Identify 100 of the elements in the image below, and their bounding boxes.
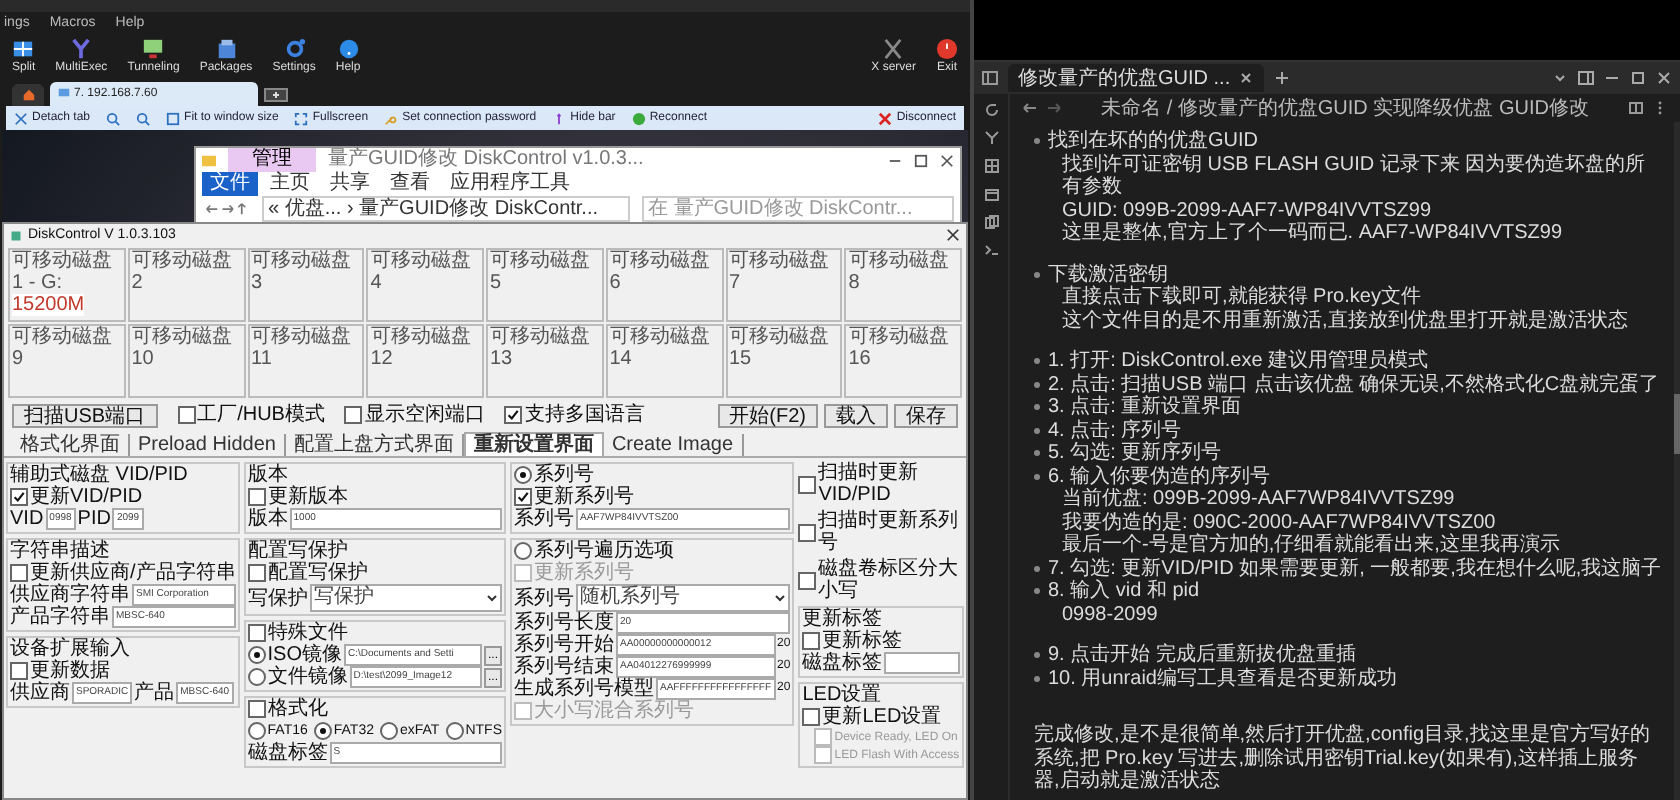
book-icon[interactable] <box>1628 100 1644 116</box>
radio-button[interactable] <box>380 722 398 740</box>
disk-slot[interactable]: 可移动磁盘 12 <box>366 324 484 398</box>
refresh-icon[interactable] <box>983 102 999 118</box>
dropdown[interactable]: 写保护 <box>309 584 502 612</box>
scan-button[interactable]: 扫描USB端口 <box>12 403 158 427</box>
checkbox[interactable] <box>247 488 266 506</box>
tab[interactable]: Preload Hidden <box>130 434 286 456</box>
radio-button[interactable] <box>514 542 532 560</box>
plus-icon[interactable] <box>1274 70 1291 86</box>
disk-slot[interactable]: 可移动磁盘 8 <box>844 248 962 322</box>
zoom-in-icon[interactable] <box>106 111 121 125</box>
group-title: 配置写保护 <box>247 540 348 562</box>
checkbox[interactable] <box>247 564 266 582</box>
disk-slot[interactable]: 可移动磁盘 4 <box>366 248 484 322</box>
grid-icon[interactable] <box>983 158 999 174</box>
checkbox[interactable] <box>177 406 196 424</box>
radio-label: 系列号 <box>534 464 594 486</box>
terminal-icon[interactable] <box>983 242 999 258</box>
tab[interactable]: Create Image <box>603 434 744 456</box>
radio-button[interactable] <box>247 668 266 686</box>
dropdown[interactable]: 随机系列号 <box>576 584 791 612</box>
field-label: 产品 <box>134 682 175 704</box>
checkbox-label: 更新VID/PID <box>30 486 143 508</box>
checkbox[interactable] <box>10 564 28 582</box>
close-icon[interactable] <box>946 228 960 242</box>
radio-button[interactable] <box>247 722 266 740</box>
checkbox[interactable] <box>802 632 821 650</box>
checkbox[interactable] <box>247 624 266 642</box>
note-line: 最后一个-号是官方加的,仔细看就能看出来,这里我再演示 <box>1060 534 1562 557</box>
house-icon <box>21 88 35 102</box>
disk-slot[interactable]: 可移动磁盘 6 <box>605 248 723 322</box>
group-title: 版本 <box>247 464 288 486</box>
disk-slot[interactable]: 可移动磁盘 5 <box>486 248 604 322</box>
disk-slot[interactable]: 可移动磁盘 7 <box>725 248 843 322</box>
list-item: 2. 点击: 扫描USB 端口 点击该优盘 确保无误,不然格式化C盘就完蛋了 <box>1048 373 1660 395</box>
text-field[interactable] <box>884 652 960 674</box>
calendar-icon[interactable] <box>983 186 999 202</box>
disk-slot[interactable]: 可移动磁盘 2 <box>127 248 245 322</box>
radio-button[interactable] <box>514 466 532 484</box>
field-label: 系列号长度 <box>514 612 614 634</box>
tab[interactable]: 格式化界面 <box>12 434 130 456</box>
ribbon-tab[interactable]: 应用程序工具 <box>442 172 578 196</box>
action-button[interactable]: 保存 <box>894 403 958 427</box>
close-icon[interactable] <box>1238 70 1255 86</box>
key-icon <box>384 111 399 125</box>
copy-icon[interactable] <box>983 214 999 230</box>
list-item: 4. 点击: 序列号 <box>1048 419 1182 441</box>
note-line: 0998-2099 <box>1060 603 1160 626</box>
checkbox[interactable] <box>798 523 817 541</box>
checkbox[interactable] <box>10 662 28 680</box>
fork-icon[interactable] <box>983 130 999 146</box>
radio-button[interactable] <box>247 646 266 664</box>
disk-slot[interactable]: 可移动磁盘 1 - G: 15200M <box>8 248 126 322</box>
checkbox[interactable] <box>798 475 817 493</box>
action-button[interactable]: 载入 <box>824 403 888 427</box>
chevron-down-icon[interactable] <box>1552 70 1568 86</box>
document-tab[interactable]: 修改量产的优盘GUID ... <box>1008 64 1265 92</box>
checkbox[interactable] <box>247 700 266 718</box>
disk-slot[interactable]: 可移动磁盘 15 <box>725 324 843 398</box>
checkbox[interactable] <box>344 406 363 424</box>
list-item: 3. 点击: 重新设置界面 <box>1048 396 1242 419</box>
disk-label: 可移动磁盘 9 <box>12 326 114 370</box>
disk-slot[interactable]: 可移动磁盘 16 <box>844 324 962 398</box>
checkbox[interactable] <box>802 708 821 726</box>
action-button[interactable]: 开始(F2) <box>717 403 818 427</box>
zoom-out-icon[interactable] <box>136 111 151 125</box>
disk-slot[interactable]: 可移动磁盘 3 <box>247 248 365 322</box>
back-arrow-icon[interactable] <box>1022 100 1038 116</box>
disk-slot[interactable]: 可移动磁盘 14 <box>605 324 723 398</box>
disk-slot[interactable]: 可移动磁盘 10 <box>127 324 245 398</box>
ribbon-tab[interactable]: 主页 <box>262 172 318 196</box>
checkbox[interactable] <box>798 571 817 589</box>
home-tab[interactable] <box>12 84 44 106</box>
disk-slot[interactable]: 可移动磁盘 13 <box>486 324 604 398</box>
radio-button[interactable] <box>445 722 464 740</box>
new-tab-icon[interactable] <box>264 88 288 102</box>
ribbon-tab[interactable]: 共享 <box>322 172 378 196</box>
sidebar-toggle-icon[interactable] <box>982 70 998 86</box>
disk-slot[interactable]: 可移动磁盘 11 <box>247 324 365 398</box>
disk-label: 可移动磁盘 2 <box>131 250 234 294</box>
navigation-arrows-icon[interactable] <box>202 201 250 215</box>
tab[interactable]: 重新设置界面 <box>463 432 604 456</box>
checkbox[interactable] <box>10 488 28 506</box>
split-view-icon[interactable] <box>1578 70 1594 86</box>
disk-slot[interactable]: 可移动磁盘 9 <box>8 324 126 398</box>
checkbox[interactable] <box>504 406 523 424</box>
checkbox-label: 格式化 <box>267 698 328 720</box>
address-bar[interactable]: « 优盘... › 量产GUID修改 DiskContr... <box>262 195 630 221</box>
caret-icon <box>486 592 498 604</box>
ribbon-tab[interactable]: 查看 <box>382 172 438 196</box>
checkbox[interactable] <box>514 488 532 506</box>
close-icon[interactable] <box>1656 70 1672 86</box>
maximize-icon[interactable] <box>1630 70 1646 86</box>
ribbon-tab[interactable]: 文件 <box>202 172 258 196</box>
checkbox-label: 更新系列号 <box>534 562 634 584</box>
close-icon[interactable] <box>940 153 954 167</box>
ribbon-context-tab[interactable]: 管理 <box>228 148 316 172</box>
radio-button[interactable] <box>313 722 332 740</box>
maximize-icon[interactable] <box>914 153 928 167</box>
